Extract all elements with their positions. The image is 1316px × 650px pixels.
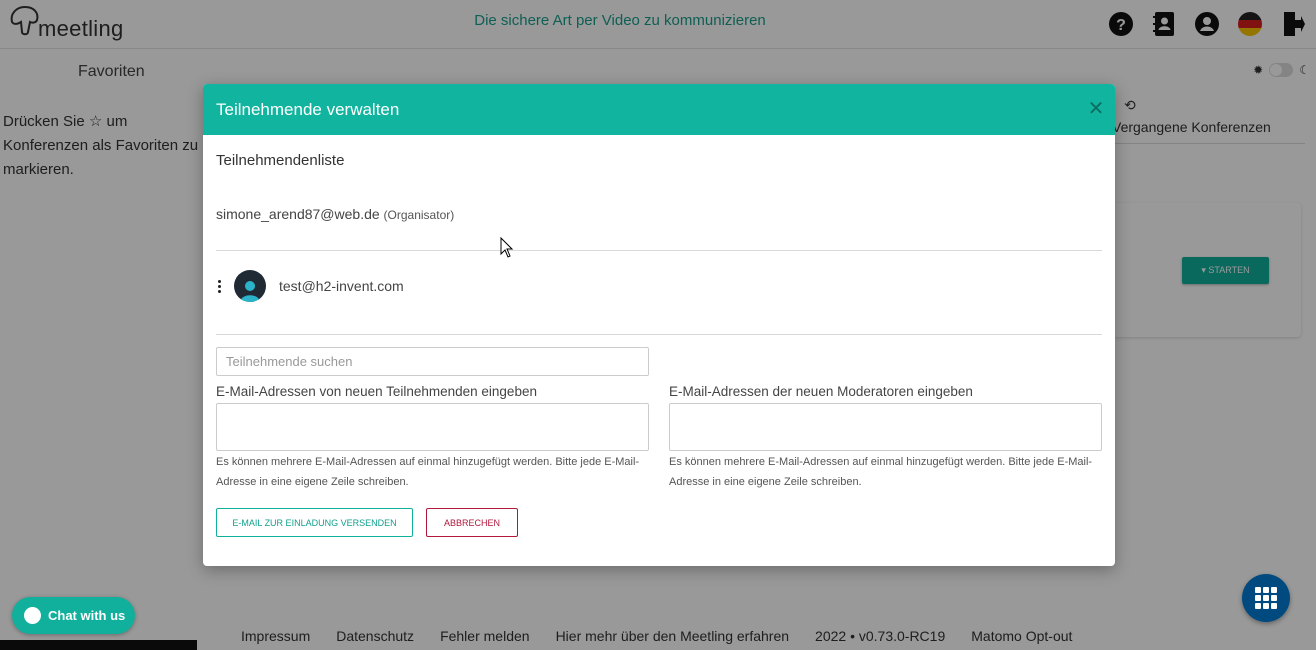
new-moderators-emails-textarea[interactable] xyxy=(669,403,1102,451)
grid-icon xyxy=(1255,587,1277,609)
organizer-email: simone_arend87@web.de xyxy=(216,206,380,222)
cancel-button[interactable]: ABBRECHEN xyxy=(426,508,518,537)
mouse-cursor-icon xyxy=(500,237,514,258)
more-options-icon[interactable] xyxy=(216,279,222,294)
participant-row: test@h2-invent.com xyxy=(216,270,404,302)
manage-participants-modal: Teilnehmende verwalten ✕ Teilnehmendenli… xyxy=(203,84,1115,566)
organizer-entry: simone_arend87@web.de (Organisator) xyxy=(216,206,454,222)
moderators-help-text: Es können mehrere E-Mail-Adressen auf ei… xyxy=(669,456,1093,488)
apps-grid-button[interactable] xyxy=(1242,574,1290,622)
chat-label: Chat with us xyxy=(48,608,126,623)
participant-email: test@h2-invent.com xyxy=(279,278,404,294)
new-participants-emails-textarea[interactable] xyxy=(216,403,649,451)
chat-bubble-icon xyxy=(24,607,41,624)
modal-header: Teilnehmende verwalten ✕ xyxy=(203,84,1115,135)
divider xyxy=(216,334,1102,335)
avatar xyxy=(234,270,266,302)
participant-search-input[interactable] xyxy=(216,347,649,376)
user-avatar-icon xyxy=(240,281,260,302)
participant-list-title: Teilnehmendenliste xyxy=(216,152,345,169)
divider xyxy=(216,250,1102,251)
modal-title: Teilnehmende verwalten xyxy=(216,100,400,119)
new-moderators-label: E-Mail-Adressen der neuen Moderatoren ei… xyxy=(669,384,973,399)
chat-button[interactable]: Chat with us xyxy=(12,597,135,634)
organizer-role: (Organisator) xyxy=(383,208,455,222)
new-participants-label: E-Mail-Adressen von neuen Teilnehmenden … xyxy=(216,384,537,399)
close-icon[interactable]: ✕ xyxy=(1087,99,1105,119)
send-invitation-button[interactable]: E-MAIL ZUR EINLADUNG VERSENDEN xyxy=(216,508,413,537)
participants-help-text: Es können mehrere E-Mail-Adressen auf ei… xyxy=(216,456,640,488)
